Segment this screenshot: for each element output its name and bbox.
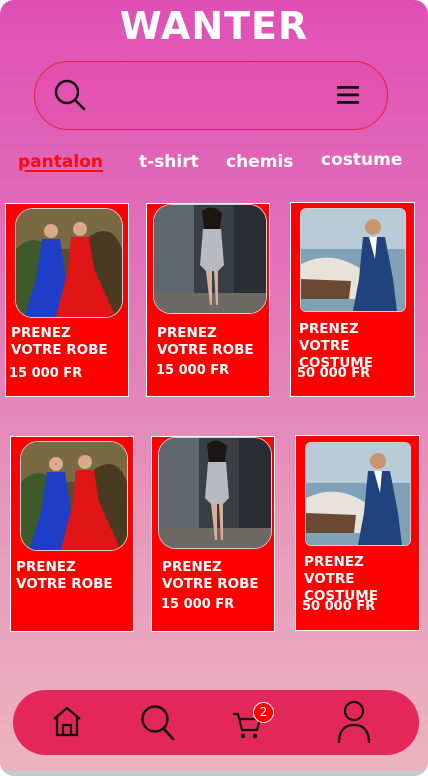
product-card[interactable]: PRENEZ VOTRE ROBE 15 000 FR bbox=[5, 203, 129, 397]
home-icon[interactable] bbox=[51, 704, 83, 738]
search-icon[interactable] bbox=[53, 78, 87, 112]
product-price: 50 000 FR bbox=[302, 599, 376, 614]
product-card[interactable]: PRENEZ VOTRE ROBE 15 000 FR bbox=[146, 203, 270, 397]
product-title: PRENEZ VOTRE COSTUME bbox=[299, 321, 373, 371]
product-price: 15 000 FR bbox=[9, 366, 83, 381]
cart-count-badge: 2 bbox=[253, 702, 274, 723]
menu-icon[interactable] bbox=[335, 82, 361, 108]
category-pantalon[interactable]: pantalon bbox=[18, 152, 103, 172]
category-t-shirt[interactable]: t-shirt bbox=[139, 152, 199, 172]
product-card[interactable]: PRENEZ VOTRE ROBE bbox=[10, 436, 134, 632]
category-chemis[interactable]: chemis bbox=[226, 152, 293, 172]
product-card[interactable]: PRENEZ VOTRE COSTUME 50 000 FR bbox=[295, 435, 420, 631]
product-title: PRENEZ VOTRE COSTUME bbox=[304, 554, 378, 604]
category-costume[interactable]: costume bbox=[321, 150, 402, 170]
product-image-gowns bbox=[15, 208, 123, 318]
user-icon[interactable] bbox=[337, 700, 371, 744]
search-icon[interactable] bbox=[140, 704, 176, 742]
product-image-blue-suit bbox=[300, 208, 406, 312]
product-price: 15 000 FR bbox=[161, 597, 235, 612]
product-image-gowns bbox=[20, 441, 128, 551]
product-card[interactable]: PRENEZ VOTRE COSTUME 50 000 FR bbox=[290, 202, 415, 397]
search-bar[interactable] bbox=[34, 61, 388, 130]
product-title: PRENEZ VOTRE ROBE bbox=[16, 559, 113, 592]
product-card[interactable]: PRENEZ VOTRE ROBE 15 000 FR bbox=[151, 436, 275, 632]
product-title: PRENEZ VOTRE ROBE bbox=[162, 559, 259, 592]
product-title: PRENEZ VOTRE ROBE bbox=[11, 325, 108, 358]
product-title: PRENEZ VOTRE ROBE bbox=[157, 325, 254, 358]
product-price: 15 000 FR bbox=[156, 363, 230, 378]
bottom-nav: 2 bbox=[13, 690, 419, 755]
app-title: WANTER bbox=[119, 4, 309, 48]
bottom-edge bbox=[0, 770, 428, 776]
product-image-sequin-dress bbox=[153, 204, 267, 314]
product-image-blue-suit bbox=[305, 442, 411, 546]
app-screen: WANTER pantalon t-shirt chemis costume P… bbox=[0, 0, 428, 776]
product-image-sequin-dress bbox=[158, 437, 272, 549]
product-price: 50 000 FR bbox=[297, 366, 371, 381]
